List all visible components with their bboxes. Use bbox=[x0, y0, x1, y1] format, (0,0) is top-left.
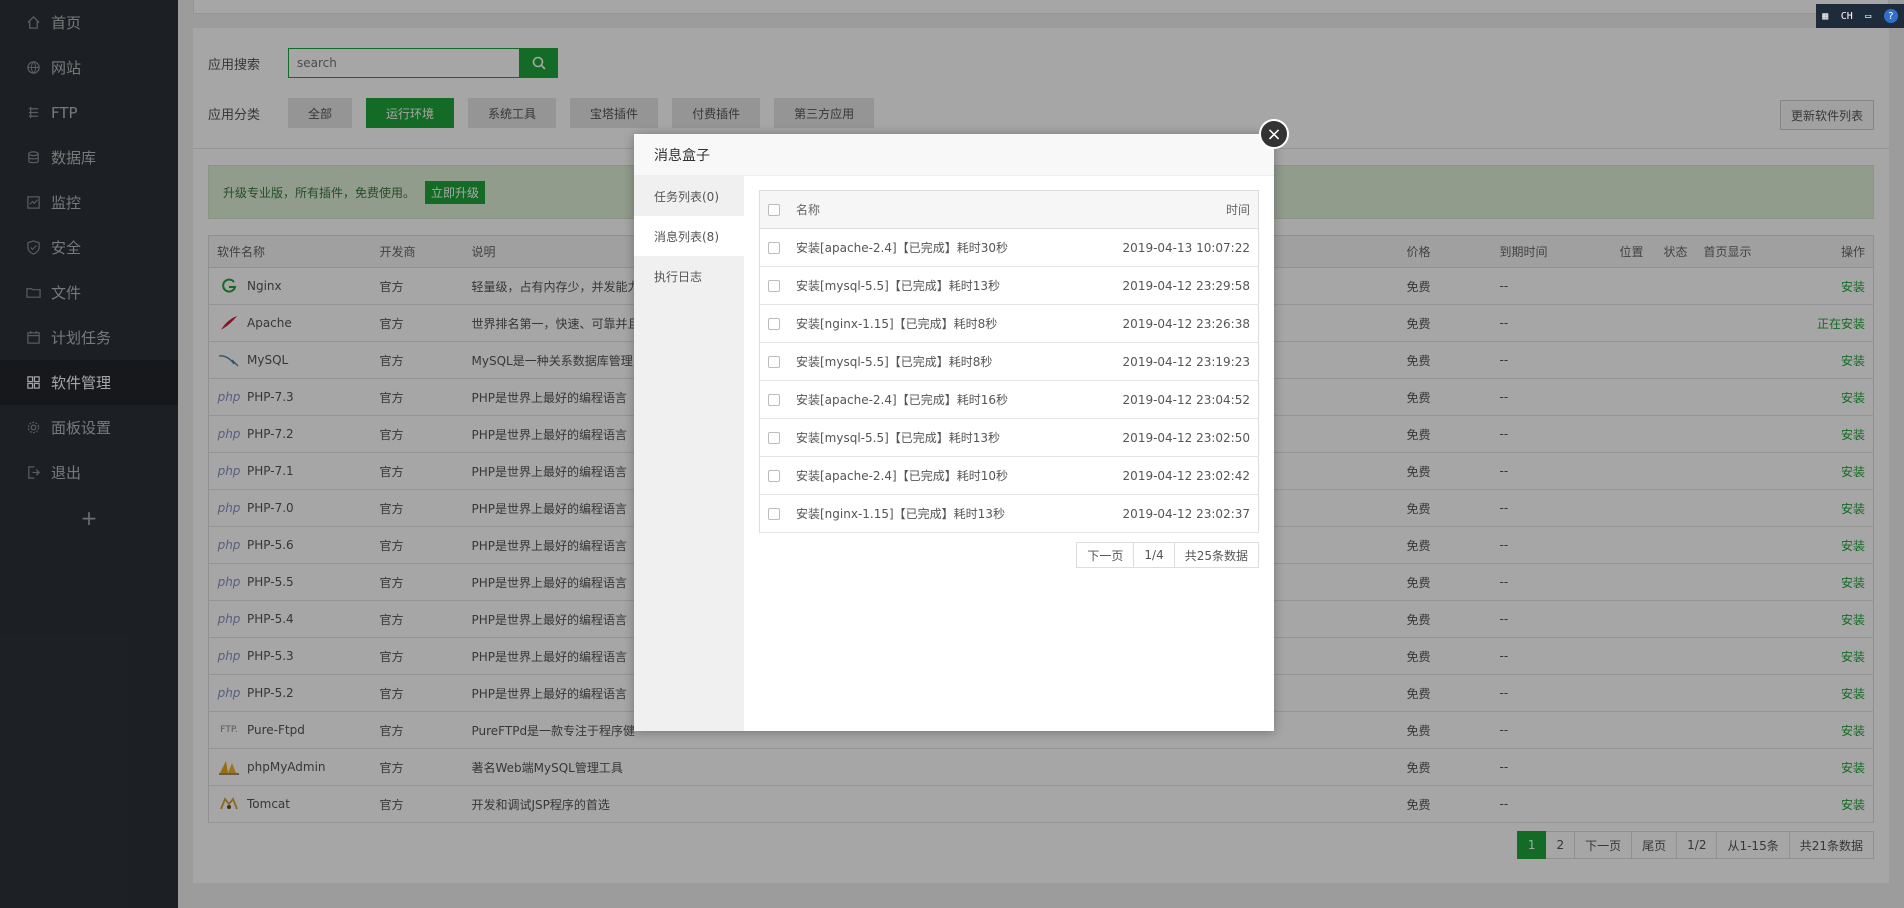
msg-total-count: 共25条数据 bbox=[1174, 542, 1259, 568]
checkbox-cell bbox=[759, 380, 788, 419]
tab-exec-log[interactable]: 执行日志 bbox=[634, 256, 744, 296]
col-msg-name: 名称 bbox=[788, 190, 1077, 229]
message-time: 2019-04-12 23:29:58 bbox=[1076, 266, 1259, 305]
system-tray: ▦ CH ▭ ? bbox=[1816, 4, 1904, 28]
table-row: 安装[apache-2.4]【已完成】耗时16秒 2019-04-12 23:04… bbox=[759, 380, 1259, 419]
checkbox-cell bbox=[759, 228, 788, 267]
message-name: 安装[nginx-1.15]【已完成】耗时8秒 bbox=[788, 304, 1077, 343]
message-name: 安装[mysql-5.5]【已完成】耗时13秒 bbox=[788, 266, 1077, 305]
message-name: 安装[apache-2.4]【已完成】耗时10秒 bbox=[788, 456, 1077, 495]
row-checkbox[interactable] bbox=[768, 242, 780, 254]
checkbox-cell bbox=[759, 456, 788, 495]
select-all-cell bbox=[759, 190, 788, 229]
table-row: 安装[nginx-1.15]【已完成】耗时13秒 2019-04-12 23:02… bbox=[759, 494, 1259, 533]
row-checkbox[interactable] bbox=[768, 318, 780, 330]
message-box-modal: 消息盒子 × 任务列表(0) 消息列表(8) 执行日志 名称 时间 安装[apa… bbox=[634, 119, 1289, 731]
message-time: 2019-04-12 23:04:52 bbox=[1076, 380, 1259, 419]
message-table-body: 安装[apache-2.4]【已完成】耗时30秒 2019-04-13 10:07… bbox=[759, 228, 1259, 533]
row-checkbox[interactable] bbox=[768, 280, 780, 292]
msg-next-page[interactable]: 下一页 bbox=[1076, 542, 1135, 568]
checkbox-cell bbox=[759, 304, 788, 343]
message-table: 名称 时间 安装[apache-2.4]【已完成】耗时30秒 2019-04-13… bbox=[759, 190, 1259, 533]
col-msg-time: 时间 bbox=[1076, 190, 1259, 229]
message-list-panel: 名称 时间 安装[apache-2.4]【已完成】耗时30秒 2019-04-13… bbox=[759, 190, 1259, 568]
keyboard-icon: ▦ bbox=[1822, 10, 1829, 22]
message-time: 2019-04-12 23:02:37 bbox=[1076, 494, 1259, 533]
checkbox-cell bbox=[759, 418, 788, 457]
table-row: 安装[nginx-1.15]【已完成】耗时8秒 2019-04-12 23:26:… bbox=[759, 304, 1259, 343]
row-checkbox[interactable] bbox=[768, 508, 780, 520]
table-row: 安装[mysql-5.5]【已完成】耗时13秒 2019-04-12 23:02:… bbox=[759, 418, 1259, 457]
tab-message-list[interactable]: 消息列表(8) bbox=[634, 216, 744, 256]
message-time: 2019-04-12 23:02:50 bbox=[1076, 418, 1259, 457]
select-all-checkbox[interactable] bbox=[768, 204, 780, 216]
modal-title: 消息盒子 bbox=[634, 134, 1274, 176]
message-name: 安装[nginx-1.15]【已完成】耗时13秒 bbox=[788, 494, 1077, 533]
row-checkbox[interactable] bbox=[768, 394, 780, 406]
row-checkbox[interactable] bbox=[768, 432, 780, 444]
msg-page-indicator: 1/4 bbox=[1134, 542, 1175, 568]
modal-tabs: 任务列表(0) 消息列表(8) 执行日志 bbox=[634, 176, 744, 731]
row-checkbox[interactable] bbox=[768, 356, 780, 368]
close-button[interactable]: × bbox=[1259, 119, 1289, 149]
message-time: 2019-04-12 23:02:42 bbox=[1076, 456, 1259, 495]
keyboard-small-icon: ▭ bbox=[1865, 10, 1872, 22]
message-time: 2019-04-12 23:19:23 bbox=[1076, 342, 1259, 381]
message-name: 安装[mysql-5.5]【已完成】耗时13秒 bbox=[788, 418, 1077, 457]
message-time: 2019-04-12 23:26:38 bbox=[1076, 304, 1259, 343]
table-header-row: 名称 时间 bbox=[759, 190, 1259, 229]
message-name: 安装[mysql-5.5]【已完成】耗时8秒 bbox=[788, 342, 1077, 381]
table-row: 安装[apache-2.4]【已完成】耗时30秒 2019-04-13 10:07… bbox=[759, 228, 1259, 267]
tab-task-list[interactable]: 任务列表(0) bbox=[634, 176, 744, 216]
help-icon[interactable]: ? bbox=[1883, 9, 1898, 23]
ime-lang[interactable]: CH bbox=[1841, 11, 1853, 22]
message-name: 安装[apache-2.4]【已完成】耗时16秒 bbox=[788, 380, 1077, 419]
message-time: 2019-04-13 10:07:22 bbox=[1076, 228, 1259, 267]
table-row: 安装[mysql-5.5]【已完成】耗时8秒 2019-04-12 23:19:2… bbox=[759, 342, 1259, 381]
checkbox-cell bbox=[759, 494, 788, 533]
message-pagination: 下一页 1/4 共25条数据 bbox=[1076, 542, 1259, 568]
checkbox-cell bbox=[759, 266, 788, 305]
table-row: 安装[mysql-5.5]【已完成】耗时13秒 2019-04-12 23:29:… bbox=[759, 266, 1259, 305]
checkbox-cell bbox=[759, 342, 788, 381]
table-row: 安装[apache-2.4]【已完成】耗时10秒 2019-04-12 23:02… bbox=[759, 456, 1259, 495]
message-name: 安装[apache-2.4]【已完成】耗时30秒 bbox=[788, 228, 1077, 267]
row-checkbox[interactable] bbox=[768, 470, 780, 482]
close-icon: × bbox=[1266, 123, 1282, 145]
